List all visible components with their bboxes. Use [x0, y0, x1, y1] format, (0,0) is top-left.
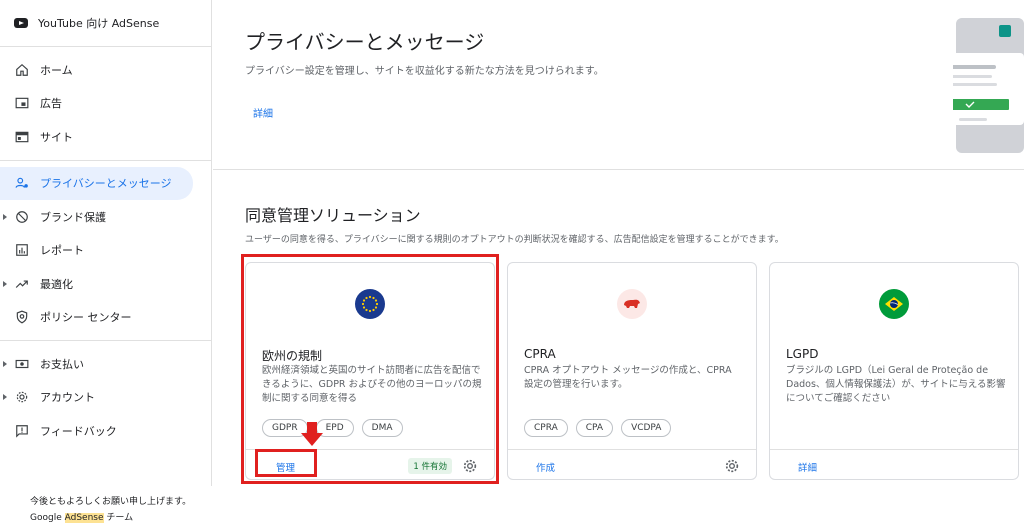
annotation-arrow-icon	[301, 422, 323, 446]
sidebar-item-payments[interactable]: お支払い	[0, 347, 211, 381]
create-button[interactable]: 作成	[536, 460, 555, 474]
sidebar-item-privacy[interactable]: プライバシーとメッセージ	[0, 166, 193, 200]
sidebar-item-account[interactable]: アカウント	[0, 381, 211, 415]
card-title: LGPD	[786, 347, 819, 361]
brazil-flag-icon	[879, 289, 909, 319]
privacy-icon	[14, 175, 30, 191]
sidebar-item-label: お支払い	[40, 357, 84, 371]
sidebar-item-label: レポート	[40, 244, 84, 258]
expand-arrow-icon[interactable]	[3, 213, 7, 220]
footer-line-1: 今後ともよろしくお願い申し上げます。	[30, 497, 192, 507]
gear-icon	[14, 389, 30, 405]
sidebar-item-label: フィードバック	[40, 424, 117, 438]
sidebar-item-label: 最適化	[40, 277, 73, 291]
divider	[0, 340, 211, 341]
page: YouTube 向け AdSense ホーム 広告 サイト プライバシーとメッセ…	[0, 0, 1024, 524]
block-icon	[14, 209, 30, 225]
brand[interactable]: YouTube 向け AdSense	[0, 0, 211, 47]
learn-more-button[interactable]: 詳細	[798, 460, 817, 474]
learn-more-link[interactable]: 詳細	[253, 105, 273, 120]
card-cpra: CPRA CPRA オプトアウト メッセージの作成と、CPRA 設定の管理を行い…	[507, 262, 757, 480]
sidebar-item-label: 広告	[40, 97, 62, 111]
card-footer: 作成	[508, 449, 756, 481]
sidebar-item-sites[interactable]: サイト	[0, 120, 211, 154]
card-title: CPRA	[524, 347, 556, 361]
card-lgpd: LGPD ブラジルの LGPD（Lei Geral de Proteção de…	[769, 262, 1019, 480]
sidebar-item-label: ブランド保護	[40, 210, 106, 224]
brand-label: YouTube 向け AdSense	[38, 17, 160, 30]
page-subtitle: プライバシー設定を管理し、サイトを収益化する新たな方法を見つけられます。	[245, 66, 604, 77]
payments-icon	[14, 356, 30, 372]
page-title: プライバシーとメッセージ	[245, 30, 485, 54]
footer-line-2-prefix: Google	[30, 513, 65, 523]
trend-icon	[14, 276, 30, 292]
sidebar-nav: ホーム 広告 サイト プライバシーとメッセージ ブランド保護 レポート 最適化 …	[0, 47, 211, 448]
card-description: CPRA オプトアウト メッセージの作成と、CPRA 設定の管理を行います。	[524, 365, 732, 390]
chip-group: CPRA CPA VCDPA	[524, 419, 672, 437]
home-icon	[14, 62, 30, 78]
section-title: 同意管理ソリューション	[245, 206, 421, 225]
sidebar-item-optimization[interactable]: 最適化	[0, 267, 211, 301]
annotation-manage-box	[255, 449, 317, 477]
sidebar-item-label: プライバシーとメッセージ	[40, 177, 172, 191]
sidebar: YouTube 向け AdSense ホーム 広告 サイト プライバシーとメッセ…	[0, 0, 212, 486]
sidebar-item-reports[interactable]: レポート	[0, 234, 211, 268]
hero-section: プライバシーとメッセージ プライバシー設定を管理し、サイトを収益化する新たな方法…	[213, 0, 1024, 170]
sidebar-item-label: ホーム	[40, 63, 73, 77]
card-footer: 詳細	[770, 449, 1018, 481]
sidebar-item-label: ポリシー センター	[40, 311, 132, 325]
youtube-icon	[14, 18, 28, 28]
chip-cpa: CPA	[575, 419, 614, 437]
privacy-illustration	[953, 18, 1024, 153]
expand-arrow-icon[interactable]	[3, 280, 7, 287]
ads-icon	[14, 95, 30, 111]
expand-arrow-icon[interactable]	[3, 394, 7, 401]
reports-icon	[14, 242, 30, 258]
footer-note: 今後ともよろしくお願い申し上げます。 Google AdSense チーム	[30, 494, 191, 524]
sites-icon	[14, 129, 30, 145]
feedback-icon	[14, 423, 30, 439]
footer-line-2-suffix: チーム	[103, 513, 134, 523]
sidebar-item-label: サイト	[40, 130, 73, 144]
sidebar-item-ads[interactable]: 広告	[0, 87, 211, 121]
sidebar-item-brand-protection[interactable]: ブランド保護	[0, 200, 211, 234]
sidebar-item-home[interactable]: ホーム	[0, 53, 211, 87]
footer-line-2: Google AdSense チーム	[30, 510, 191, 524]
sidebar-item-policy-center[interactable]: ポリシー センター	[0, 301, 211, 335]
settings-gear-icon[interactable]	[724, 458, 740, 474]
chip-cpra: CPRA	[524, 419, 568, 437]
expand-arrow-icon[interactable]	[3, 360, 7, 367]
footer-highlight: AdSense	[64, 513, 104, 523]
sidebar-item-label: アカウント	[40, 391, 95, 405]
california-bear-icon	[617, 289, 647, 319]
divider	[0, 159, 211, 161]
section-subtitle: ユーザーの同意を得る、プライバシーに関する規則のオプトアウトの判断状況を確認する…	[245, 235, 784, 245]
card-description: ブラジルの LGPD（Lei Geral de Proteção de Dado…	[786, 365, 1006, 404]
chip-vcdpa: VCDPA	[621, 419, 672, 437]
sidebar-item-feedback[interactable]: フィードバック	[0, 414, 211, 448]
policy-icon	[14, 309, 30, 325]
